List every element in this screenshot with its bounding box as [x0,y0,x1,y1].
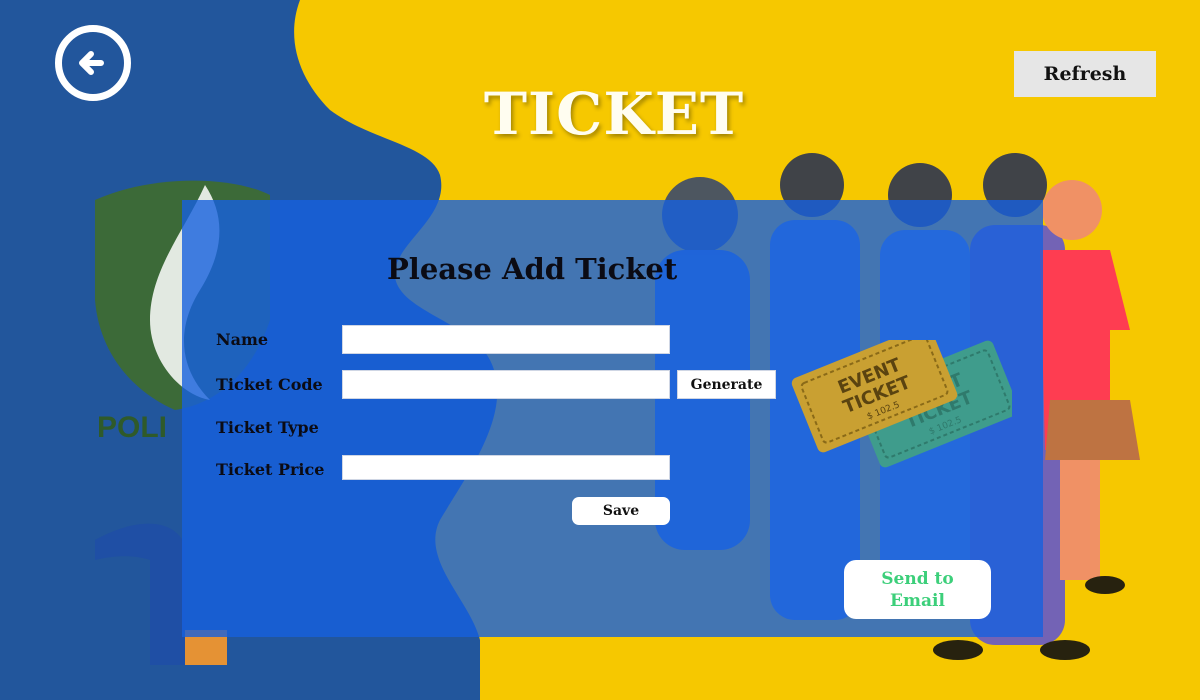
generate-button[interactable]: Generate [677,370,776,399]
add-ticket-panel: Please Add Ticket Name Ticket Code Gener… [182,200,1043,637]
background-logo-text: POLI [97,411,167,444]
name-label: Name [216,330,269,349]
ticket-code-input[interactable] [342,370,670,399]
arrow-left-icon [79,51,104,75]
form-title: Please Add Ticket [387,252,678,286]
name-input[interactable] [342,325,670,354]
save-button[interactable]: Save [572,497,670,525]
page-title: TICKET [483,80,745,148]
ticket-price-label: Ticket Price [216,460,325,479]
ticket-code-label: Ticket Code [216,375,323,394]
event-tickets-illustration: EVENT TICKET $ 102.5 EVENT TICKET $ 102.… [791,340,1012,468]
ticket-price-input[interactable] [342,455,670,480]
ticket-type-label: Ticket Type [216,418,319,437]
send-to-email-button[interactable]: Send to Email [844,560,991,619]
